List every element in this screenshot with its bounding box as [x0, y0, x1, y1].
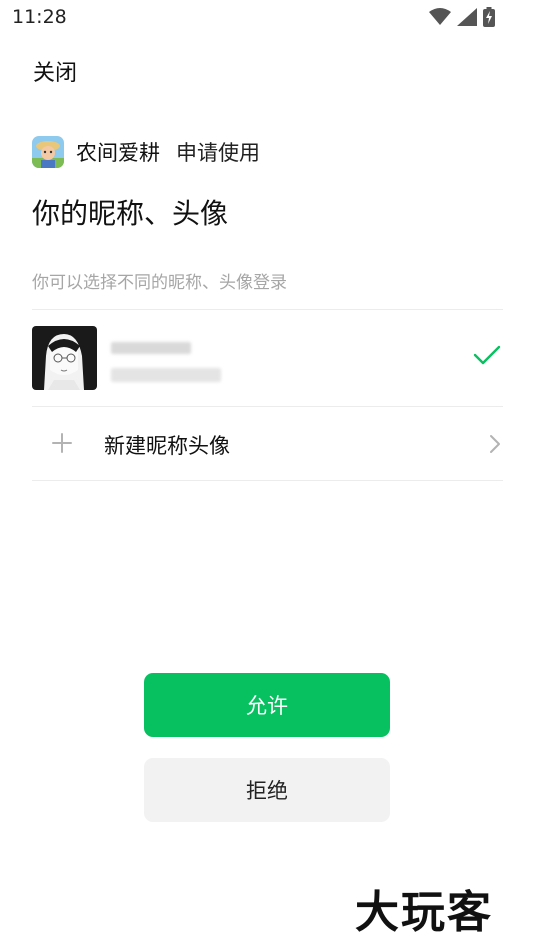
- blurred-subtitle: [111, 368, 221, 382]
- page-title: 你的昵称、头像: [32, 197, 229, 230]
- battery-charging-icon: [483, 7, 495, 27]
- blurred-nickname: [111, 342, 191, 354]
- close-button[interactable]: 关闭: [33, 55, 77, 87]
- manga-portrait-avatar: [32, 326, 97, 390]
- watermark-logo: 大玩客: [355, 887, 493, 938]
- new-profile-row[interactable]: 新建昵称头像: [32, 407, 503, 480]
- chevron-right-icon: [490, 435, 500, 453]
- new-profile-label: 新建昵称头像: [104, 434, 230, 458]
- farm-game-app-icon: [32, 136, 64, 168]
- account-option-row[interactable]: [32, 310, 503, 406]
- plus-icon: [52, 433, 72, 453]
- status-time: 11:28: [12, 6, 67, 28]
- signal-icon: [457, 8, 477, 26]
- allow-button[interactable]: 允许: [144, 673, 390, 737]
- wifi-icon: [429, 8, 451, 25]
- check-icon: [473, 345, 501, 365]
- status-icons: [429, 7, 495, 27]
- app-info-row: 农间爱耕 申请使用: [32, 135, 260, 169]
- divider: [32, 480, 503, 481]
- deny-button[interactable]: 拒绝: [144, 758, 390, 822]
- status-bar: 11:28: [0, 0, 535, 36]
- hint-text: 你可以选择不同的昵称、头像登录: [32, 273, 287, 293]
- app-request-text: 申请使用: [176, 141, 260, 165]
- app-name: 农间爱耕: [76, 141, 160, 165]
